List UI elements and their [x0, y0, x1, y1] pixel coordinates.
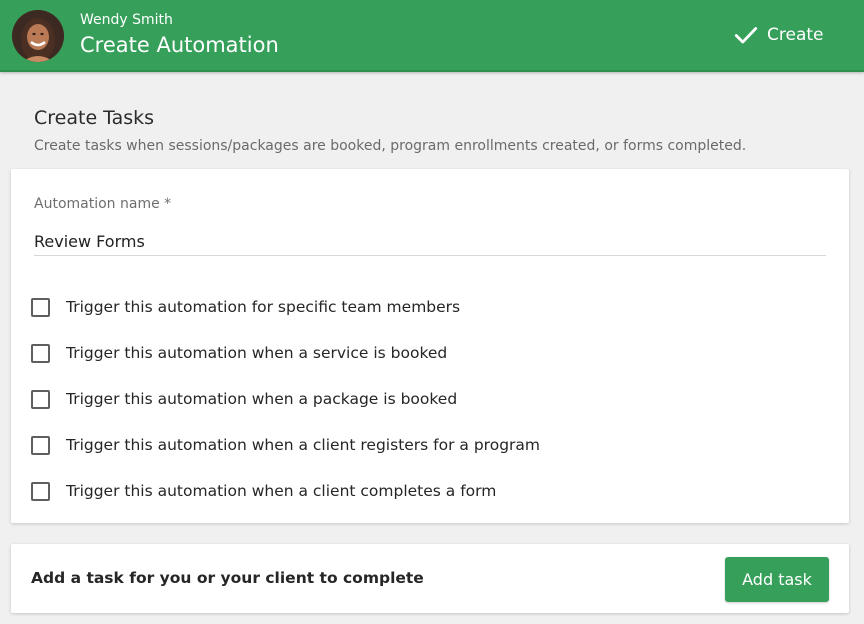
- app-header: Wendy Smith Create Automation Create: [0, 0, 864, 72]
- automation-name-label: Automation name *: [34, 196, 172, 212]
- section-title: Create Tasks: [34, 107, 155, 129]
- checkbox[interactable]: [31, 389, 50, 409]
- avatar[interactable]: [12, 10, 64, 62]
- option-label: Trigger this automation when a client co…: [66, 482, 497, 500]
- add-task-button[interactable]: Add task: [725, 557, 829, 602]
- option-label: Trigger this automation when a service i…: [66, 344, 448, 362]
- option-label: Trigger this automation for specific tea…: [66, 298, 461, 316]
- add-task-prompt: Add a task for you or your client to com…: [31, 569, 424, 587]
- checkbox[interactable]: [31, 297, 50, 317]
- page-title: Create Automation: [80, 33, 279, 57]
- add-task-card: Add a task for you or your client to com…: [11, 544, 849, 613]
- avatar-icon: [12, 10, 64, 62]
- option-label: Trigger this automation when a package i…: [66, 390, 458, 408]
- create-button-label: Create: [767, 25, 824, 45]
- checkmark-icon: [734, 27, 758, 44]
- user-name: Wendy Smith: [80, 12, 173, 28]
- automation-form-card: Automation name * Trigger this automatio…: [11, 169, 849, 523]
- option-label: Trigger this automation when a client re…: [66, 436, 541, 454]
- automation-name-input[interactable]: [34, 227, 826, 256]
- option-program-registration[interactable]: Trigger this automation when a client re…: [31, 433, 540, 457]
- option-form-completed[interactable]: Trigger this automation when a client co…: [31, 479, 496, 503]
- checkbox[interactable]: [31, 481, 50, 501]
- option-package-booked[interactable]: Trigger this automation when a package i…: [31, 387, 457, 411]
- checkbox[interactable]: [31, 343, 50, 363]
- option-service-booked[interactable]: Trigger this automation when a service i…: [31, 341, 447, 365]
- option-team-members[interactable]: Trigger this automation for specific tea…: [31, 295, 460, 319]
- create-button[interactable]: Create: [733, 20, 833, 50]
- checkbox[interactable]: [31, 435, 50, 455]
- section-description: Create tasks when sessions/packages are …: [34, 138, 747, 154]
